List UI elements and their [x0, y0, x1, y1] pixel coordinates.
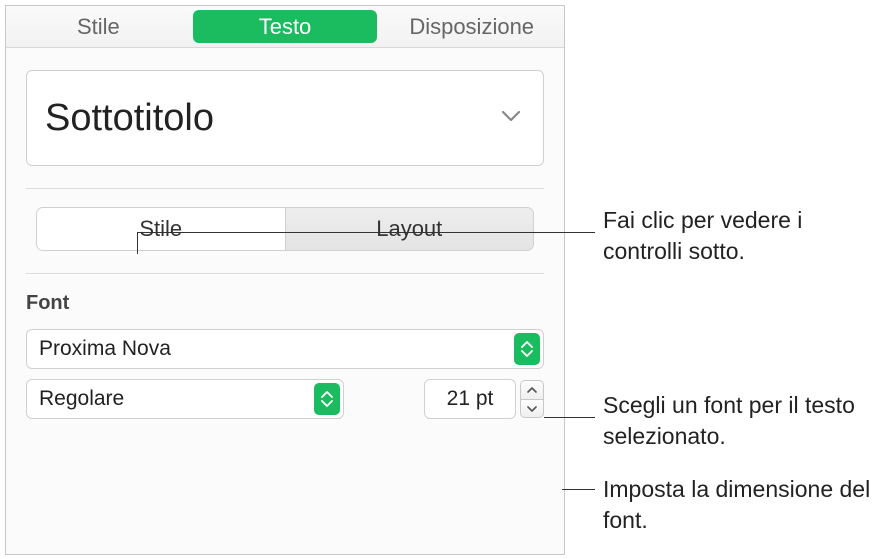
- subtab-layout[interactable]: Layout: [286, 208, 534, 250]
- tab-stile[interactable]: Stile: [6, 6, 191, 47]
- font-typeface-value: Regolare: [39, 387, 124, 411]
- callout-line: [544, 417, 595, 418]
- font-size-group: 21 pt: [424, 379, 544, 419]
- divider: [26, 188, 544, 189]
- font-typeface-row: Regolare 21 pt: [26, 379, 544, 419]
- callout-line: [137, 232, 595, 233]
- font-section-label: Font: [26, 292, 544, 315]
- tab-label: Testo: [259, 14, 312, 40]
- format-inspector-panel: Stile Testo Disposizione Sottotitolo Sti…: [5, 5, 565, 555]
- divider: [26, 273, 544, 274]
- font-family-value: Proxima Nova: [39, 337, 171, 361]
- chevron-down-icon: [527, 406, 537, 412]
- font-size-stepper: [520, 379, 544, 419]
- callout-line: [562, 489, 595, 490]
- chevron-down-icon: [501, 109, 521, 127]
- segment-label: Layout: [376, 216, 442, 242]
- stepper-down-button[interactable]: [520, 399, 544, 418]
- stepper-up-button[interactable]: [520, 380, 544, 399]
- paragraph-style-select[interactable]: Sottotitolo: [26, 70, 544, 166]
- font-size-value: 21 pt: [447, 387, 494, 411]
- font-family-select[interactable]: Proxima Nova: [26, 329, 544, 369]
- segment-label: Stile: [139, 216, 182, 242]
- tab-label: Stile: [77, 14, 120, 40]
- font-typeface-select[interactable]: Regolare: [26, 379, 344, 419]
- inspector-tabs: Stile Testo Disposizione: [6, 6, 564, 48]
- inspector-content: Sottotitolo Stile Layout Font Proxima No…: [6, 48, 564, 449]
- paragraph-style-value: Sottotitolo: [45, 97, 214, 140]
- tab-testo[interactable]: Testo: [193, 10, 378, 43]
- callout-text: Scegli un font per il testo selezionato.: [603, 390, 883, 452]
- font-size-input[interactable]: 21 pt: [424, 379, 516, 419]
- callout-text: Imposta la dimensione del font.: [603, 474, 883, 536]
- callout-text: Fai clic per vedere i controlli sotto.: [603, 205, 873, 267]
- chevron-up-icon: [527, 387, 537, 393]
- tab-label: Disposizione: [409, 14, 534, 40]
- tab-disposizione[interactable]: Disposizione: [379, 6, 564, 47]
- updown-arrows-icon: [314, 383, 340, 415]
- subtab-stile[interactable]: Stile: [37, 208, 286, 250]
- updown-arrows-icon: [514, 333, 540, 365]
- text-subtabs: Stile Layout: [36, 207, 534, 251]
- font-family-row: Proxima Nova: [26, 329, 544, 369]
- callout-line: [137, 232, 138, 254]
